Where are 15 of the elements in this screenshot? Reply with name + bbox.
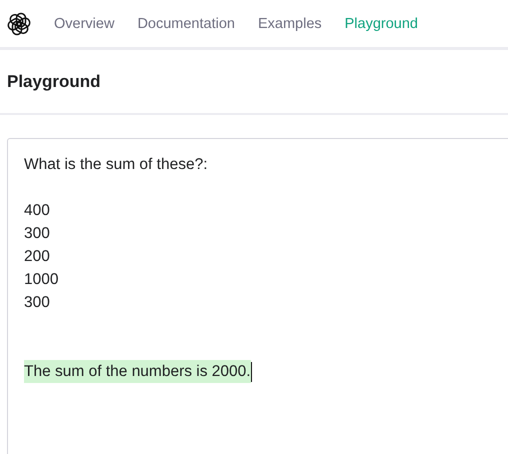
text-cursor xyxy=(250,362,252,382)
prompt-text: 400 xyxy=(24,201,50,221)
prompt-text: What is the sum of these?: xyxy=(24,155,208,175)
nav-link[interactable]: Documentation xyxy=(137,16,235,32)
text-editor[interactable]: What is the sum of these?: 400 300 200 1000 300 The sum of the numbers is 2000. xyxy=(7,138,508,454)
prompt-text: 200 xyxy=(24,247,50,267)
nav-link[interactable]: Overview xyxy=(54,16,114,32)
prompt-text: 1000 xyxy=(24,270,58,290)
logo-icon[interactable] xyxy=(7,12,31,36)
page-title: Playground xyxy=(7,72,101,92)
nav-link[interactable]: Playground xyxy=(344,16,418,32)
prompt-text: 300 xyxy=(24,224,50,244)
nav-link[interactable]: Examples xyxy=(258,16,322,32)
prompt-text: 300 xyxy=(24,293,50,313)
completion-text: The sum of the numbers is 2000. xyxy=(24,360,251,383)
